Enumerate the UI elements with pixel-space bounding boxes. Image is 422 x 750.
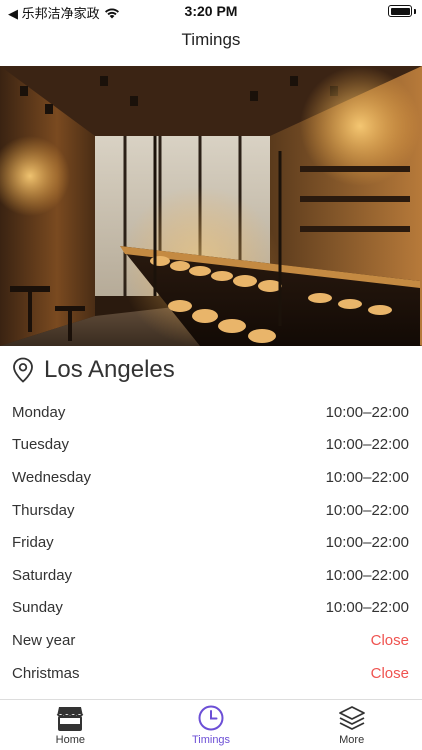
hours-row-christmas: Christmas Close xyxy=(0,657,422,690)
tab-more[interactable]: More xyxy=(281,700,422,750)
day-label: Friday xyxy=(12,534,54,552)
tab-bar: Home Timings More xyxy=(0,699,422,750)
time-value: 10:00–22:00 xyxy=(325,468,409,486)
day-label: Sunday xyxy=(12,599,63,617)
time-value: 10:00–22:00 xyxy=(325,501,409,519)
store-icon xyxy=(57,707,84,731)
time-value: 10:00–22:00 xyxy=(325,566,409,584)
hours-list: Monday 10:00–22:00 Tuesday 10:00–22:00 W… xyxy=(0,396,422,689)
time-value: 10:00–22:00 xyxy=(325,599,409,617)
hours-row-wednesday: Wednesday 10:00–22:00 xyxy=(0,461,422,494)
bakery-hero-image xyxy=(0,66,422,346)
day-label: Christmas xyxy=(12,664,80,682)
page-title: Timings xyxy=(181,30,241,49)
day-label: Thursday xyxy=(12,501,75,519)
day-label: New year xyxy=(12,631,76,649)
layers-icon xyxy=(338,706,365,730)
hours-row-sunday: Sunday 10:00–22:00 xyxy=(0,592,422,625)
day-label: Tuesday xyxy=(12,436,69,454)
battery-icon xyxy=(388,5,412,17)
hours-row-new-year: New year Close xyxy=(0,624,422,657)
tab-timings[interactable]: Timings xyxy=(141,700,282,750)
hours-row-saturday: Saturday 10:00–22:00 xyxy=(0,559,422,592)
map-pin-icon xyxy=(13,357,33,383)
day-label: Monday xyxy=(12,403,66,421)
hours-row-thursday: Thursday 10:00–22:00 xyxy=(0,494,422,527)
tab-home[interactable]: Home xyxy=(0,700,141,750)
tab-label: Timings xyxy=(191,734,231,746)
tab-label: Home xyxy=(55,734,85,746)
location-name: Los Angeles xyxy=(44,356,175,383)
status-time: 3:20 PM xyxy=(184,3,238,19)
tab-label: More xyxy=(339,734,365,746)
day-label: Wednesday xyxy=(12,468,91,486)
closed-status: Close xyxy=(370,631,409,649)
day-label: Saturday xyxy=(12,566,73,584)
clock-icon xyxy=(198,705,224,731)
status-bar: ◀ 乐邦洁净家政 3:20 PM xyxy=(0,0,422,24)
time-value: 10:00–22:00 xyxy=(325,436,409,454)
hours-row-monday: Monday 10:00–22:00 xyxy=(0,396,422,429)
time-value: 10:00–22:00 xyxy=(325,534,409,552)
closed-status: Close xyxy=(370,664,409,682)
location-header: Los Angeles xyxy=(12,356,175,384)
time-value: 10:00–22:00 xyxy=(325,403,409,421)
hours-row-tuesday: Tuesday 10:00–22:00 xyxy=(0,429,422,462)
hours-row-friday: Friday 10:00–22:00 xyxy=(0,526,422,559)
